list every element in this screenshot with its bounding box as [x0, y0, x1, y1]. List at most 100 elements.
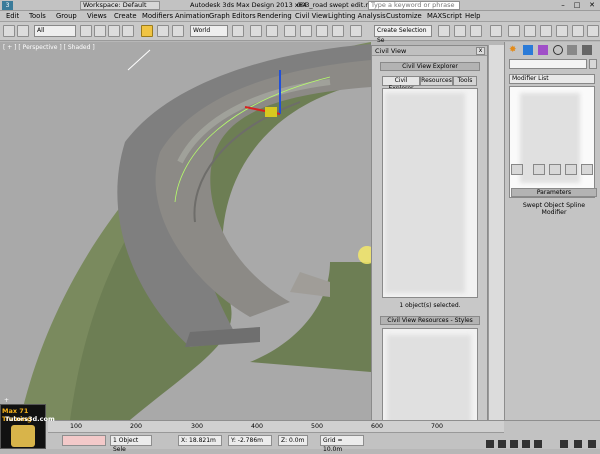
- y-coordinate-field[interactable]: Y: -2.786m: [228, 435, 272, 446]
- keyboard-shortcut-icon[interactable]: [266, 25, 278, 37]
- motion-tab-icon[interactable]: [553, 45, 563, 55]
- named-selection-dropdown[interactable]: Create Selection Se: [374, 25, 432, 44]
- maxscript-listener-field[interactable]: [62, 435, 106, 446]
- redo-icon[interactable]: [17, 25, 29, 37]
- edit-named-selection-icon[interactable]: [350, 25, 362, 37]
- civil-view-close-icon[interactable]: x: [476, 47, 485, 55]
- mirror-icon[interactable]: [438, 25, 450, 37]
- menu-group[interactable]: Group: [56, 12, 77, 21]
- civil-view-resources-header[interactable]: Civil View Resources - Styles: [380, 316, 480, 325]
- schematic-view-icon[interactable]: [524, 25, 536, 37]
- z-coordinate-field[interactable]: Z: 0.0m: [278, 435, 308, 446]
- layer-manager-icon[interactable]: [470, 25, 482, 37]
- menu-customize[interactable]: Customize: [386, 12, 422, 21]
- menu-maxscript[interactable]: MAXScript: [427, 12, 462, 21]
- orbit-icon[interactable]: [574, 440, 582, 448]
- play-icon[interactable]: [510, 440, 518, 448]
- render-setup-icon[interactable]: [556, 25, 568, 37]
- make-unique-icon[interactable]: [549, 164, 561, 175]
- search-input[interactable]: Type a keyword or phrase: [368, 1, 460, 10]
- configure-sets-icon[interactable]: [581, 164, 593, 175]
- goto-end-icon[interactable]: [534, 440, 542, 448]
- next-frame-icon[interactable]: [522, 440, 530, 448]
- tab-resources[interactable]: Resources: [420, 76, 453, 86]
- curve-editor-icon[interactable]: [508, 25, 520, 37]
- select-object-icon[interactable]: [80, 25, 92, 37]
- viewport-label[interactable]: [ + ] [ Perspective ] [ Shaded ]: [3, 44, 95, 51]
- app-logo-icon[interactable]: 3: [2, 1, 13, 10]
- civil-view-panel: Civil View x Civil View Explorer Civil E…: [371, 45, 488, 449]
- render-production-icon[interactable]: [587, 25, 599, 37]
- selection-filter-dropdown[interactable]: All: [34, 25, 76, 37]
- civil-view-explorer-header[interactable]: Civil View Explorer: [380, 62, 480, 71]
- modifier-stack[interactable]: [509, 86, 595, 198]
- modify-tab-icon[interactable]: [523, 45, 533, 55]
- utilities-tab-icon[interactable]: [582, 45, 592, 55]
- spinner-snap-icon[interactable]: [332, 25, 344, 37]
- perspective-viewport[interactable]: + [ + ] [ Perspective ] [ Shaded ]: [0, 42, 371, 420]
- menu-edit[interactable]: Edit: [6, 12, 19, 21]
- rotate-icon[interactable]: [157, 25, 169, 37]
- pivot-center-icon[interactable]: [232, 25, 244, 37]
- menu-civil-view[interactable]: Civil View: [295, 12, 328, 21]
- material-editor-icon[interactable]: [540, 25, 552, 37]
- reference-coord-dropdown[interactable]: World: [190, 25, 228, 37]
- maximize-icon[interactable]: □: [570, 0, 584, 11]
- menu-modifiers[interactable]: Modifiers: [142, 12, 173, 21]
- main-toolbar: All World Create Selection Se: [0, 22, 600, 44]
- remove-modifier-icon[interactable]: [565, 164, 577, 175]
- graphite-ribbon-icon[interactable]: [490, 25, 502, 37]
- align-icon[interactable]: [454, 25, 466, 37]
- hierarchy-tab-icon[interactable]: [538, 45, 548, 55]
- rendered-frame-icon[interactable]: [572, 25, 584, 37]
- timeline-tick: 300: [191, 423, 204, 430]
- menu-tools[interactable]: Tools: [29, 12, 46, 21]
- rectangle-selection-icon[interactable]: [108, 25, 120, 37]
- command-panel: ✸ Modifier List Parameters Swept Object …: [504, 42, 600, 438]
- select-manipulate-icon[interactable]: [250, 25, 262, 37]
- menu-help[interactable]: Help: [465, 12, 481, 21]
- menu-lighting-analysis[interactable]: Lighting Analysis: [328, 12, 386, 21]
- timeline-tick: 100: [70, 423, 83, 430]
- snaps-toggle-icon[interactable]: [284, 25, 296, 37]
- timeline-tick: 600: [371, 423, 384, 430]
- watermark-line-2: Tutors3d.com: [5, 415, 55, 423]
- parameters-rollout-header[interactable]: Parameters: [511, 188, 597, 197]
- previous-frame-icon[interactable]: [498, 440, 506, 448]
- menu-create[interactable]: Create: [114, 12, 137, 21]
- explorer-tree[interactable]: [382, 88, 478, 298]
- pin-stack-icon[interactable]: [511, 164, 523, 175]
- timeline-ruler[interactable]: 100 200 300 400 500 600 700: [48, 421, 504, 433]
- menu-animation[interactable]: Animation: [175, 12, 210, 21]
- zoom-viewport-icon[interactable]: [560, 440, 568, 448]
- modifier-list-dropdown[interactable]: Modifier List: [509, 74, 595, 84]
- tab-civil-explorer[interactable]: Civil Explorer: [382, 76, 420, 92]
- menu-rendering[interactable]: Rendering: [257, 12, 292, 21]
- panel-scrollbar[interactable]: [488, 45, 504, 449]
- move-icon[interactable]: [141, 25, 153, 37]
- create-tab-icon[interactable]: ✸: [509, 45, 519, 55]
- object-color-swatch[interactable]: [589, 59, 597, 69]
- tab-tools[interactable]: Tools: [453, 76, 477, 86]
- menu-graph-editors[interactable]: Graph Editors: [209, 12, 256, 21]
- maximize-viewport-icon[interactable]: [588, 440, 596, 448]
- display-tab-icon[interactable]: [567, 45, 577, 55]
- timeline-tick: 200: [130, 423, 143, 430]
- show-end-result-icon[interactable]: [533, 164, 545, 175]
- goto-start-icon[interactable]: [486, 440, 494, 448]
- timeline-tick: 500: [311, 423, 324, 430]
- menu-bar: Edit Tools Group Views Create Modifiers …: [0, 11, 600, 22]
- workspace-dropdown[interactable]: Workspace: Default: [80, 1, 160, 10]
- percent-snap-icon[interactable]: [316, 25, 328, 37]
- angle-snap-icon[interactable]: [300, 25, 312, 37]
- object-name-field[interactable]: [509, 59, 587, 69]
- undo-icon[interactable]: [3, 25, 15, 37]
- x-coordinate-field[interactable]: X: 18.821m: [178, 435, 222, 446]
- scale-icon[interactable]: [172, 25, 184, 37]
- window-crossing-icon[interactable]: [122, 25, 134, 37]
- select-by-name-icon[interactable]: [94, 25, 106, 37]
- close-icon[interactable]: ✕: [585, 0, 599, 11]
- mascot-icon: [11, 425, 35, 447]
- menu-views[interactable]: Views: [87, 12, 107, 21]
- minimize-icon[interactable]: –: [556, 0, 570, 11]
